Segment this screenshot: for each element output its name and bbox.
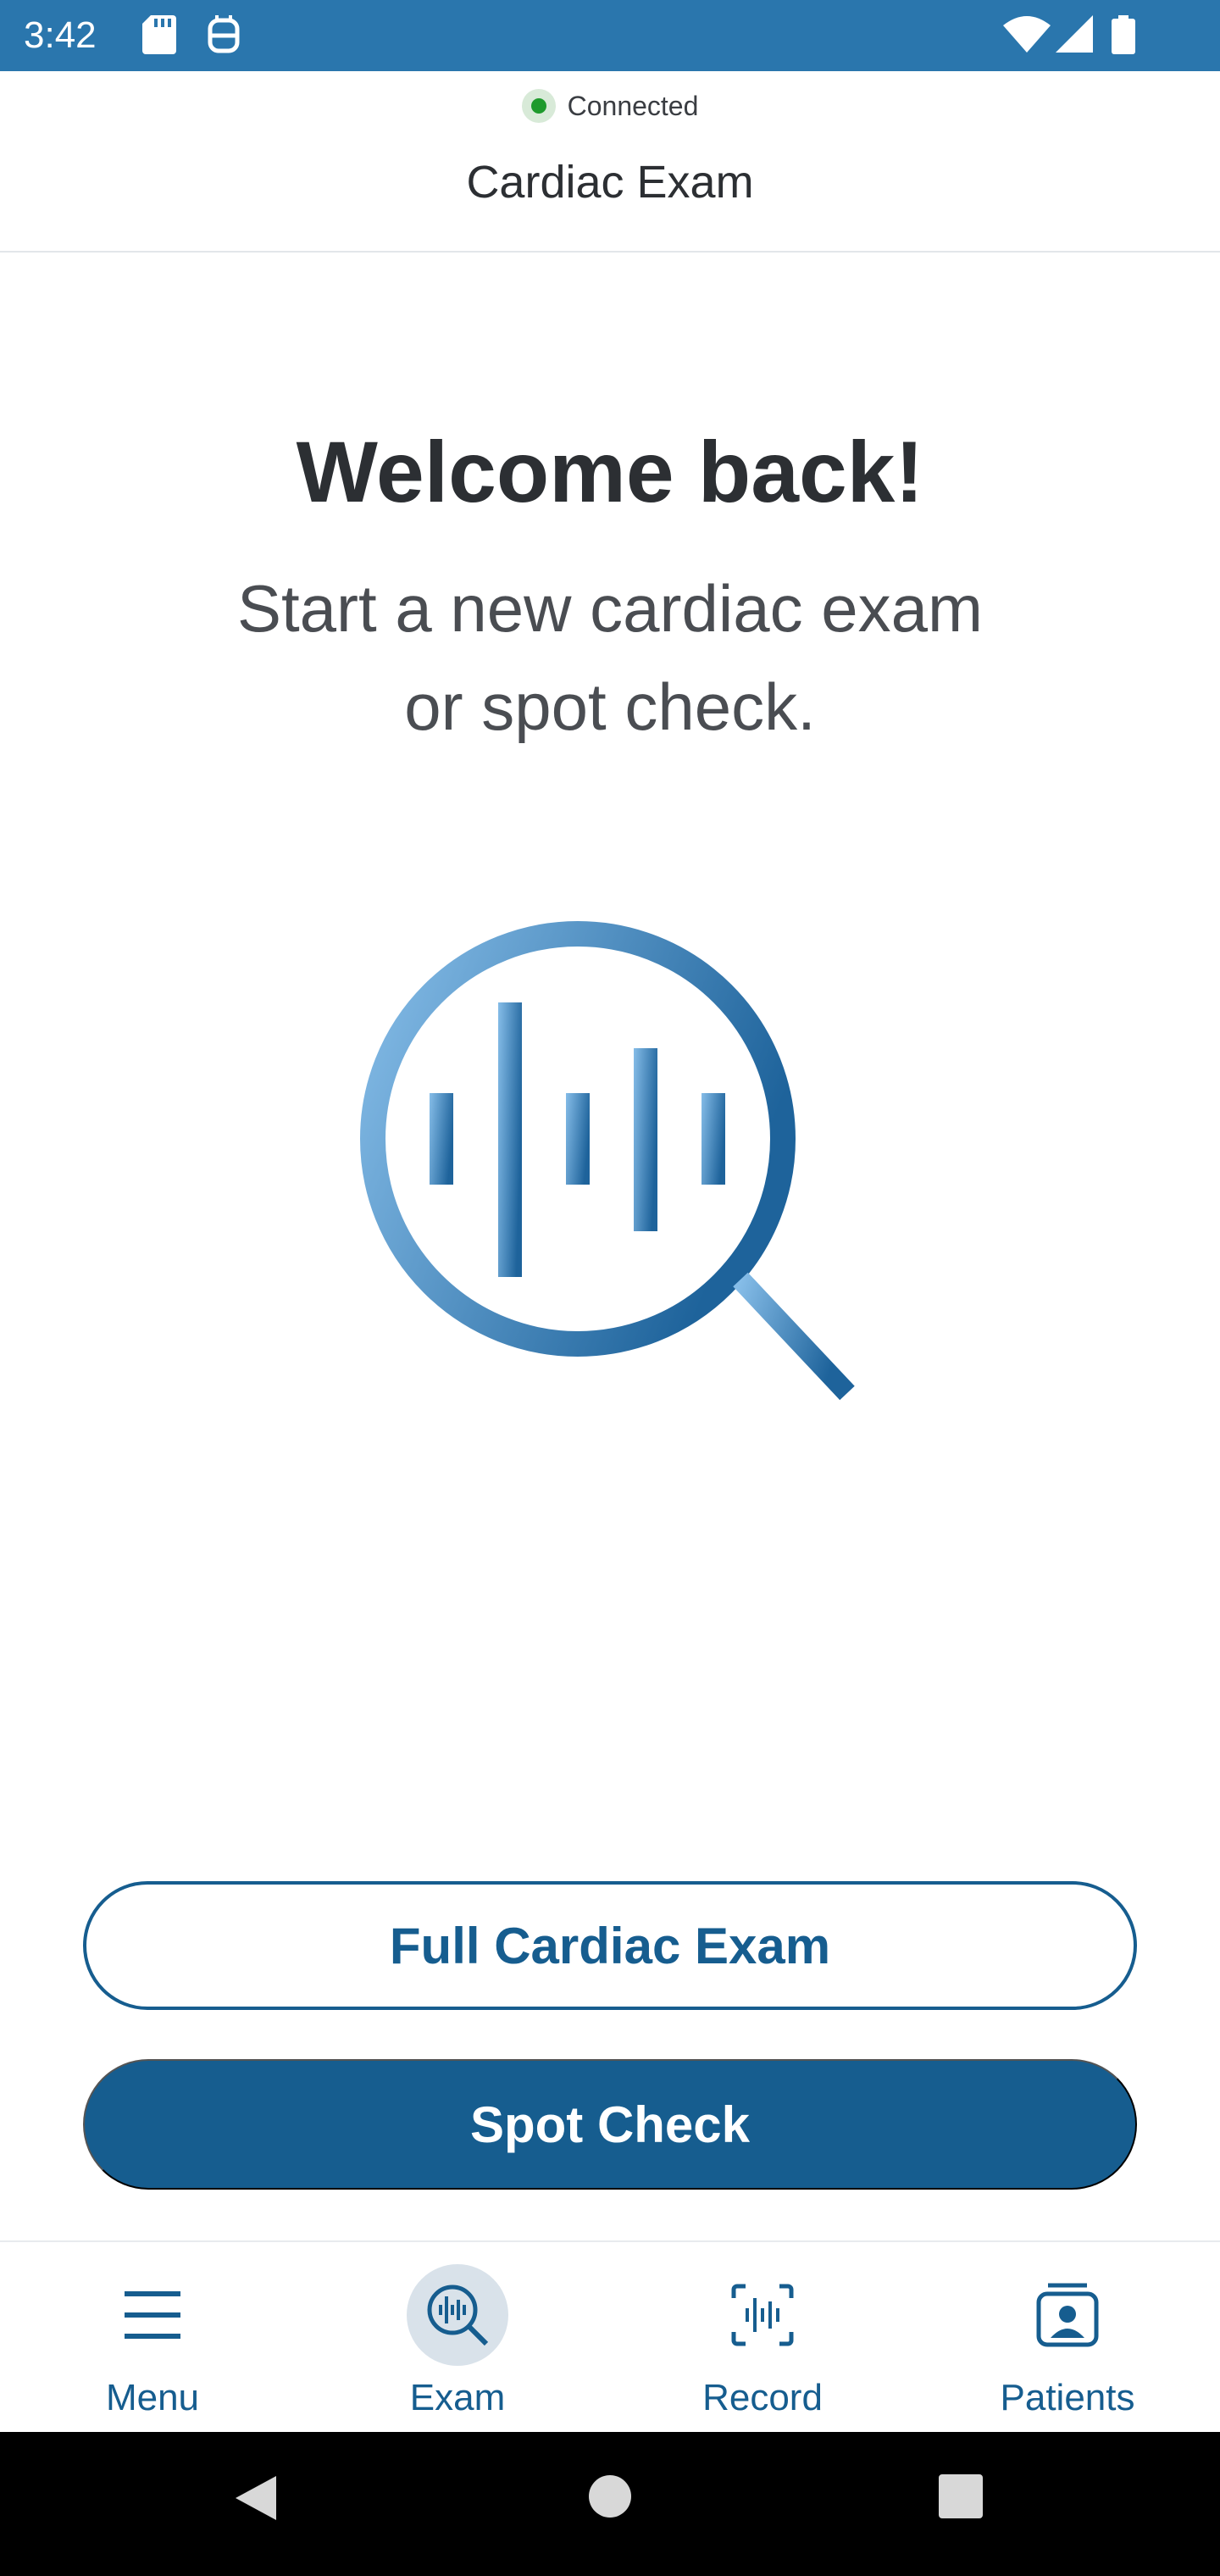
- welcome-subtitle-line-1: Start a new cardiac exam: [236, 571, 984, 646]
- nav-item-record[interactable]: Record: [610, 2242, 915, 2434]
- welcome-subtitle-line-2: or spot check.: [404, 669, 816, 744]
- connection-status: Connected: [0, 83, 1220, 129]
- welcome-subtitle: Start a new cardiac exam or spot check.: [0, 559, 1220, 756]
- page-title: Cardiac Exam: [466, 157, 754, 208]
- nav-label-menu: Menu: [105, 2377, 200, 2418]
- battery-icon: [1112, 15, 1135, 54]
- record-icon: [712, 2264, 813, 2366]
- app-header: Connected Cardiac Exam: [0, 71, 1220, 253]
- spot-check-button[interactable]: Spot Check: [83, 2059, 1137, 2190]
- sd-card-icon: [142, 15, 176, 54]
- status-time: 3:42: [24, 14, 97, 56]
- welcome-heading: Welcome back!: [296, 424, 924, 520]
- bottom-nav: Menu Exam Record Patients: [0, 2240, 1220, 2434]
- menu-icon: [102, 2264, 203, 2366]
- nav-item-menu[interactable]: Menu: [0, 2242, 305, 2434]
- wifi-icon: [1003, 16, 1051, 53]
- notification-icon: [208, 15, 240, 53]
- recents-icon[interactable]: [937, 2473, 984, 2520]
- waveform-magnifier-icon: [360, 921, 855, 1401]
- full-cardiac-exam-button[interactable]: Full Cardiac Exam: [83, 1881, 1137, 2010]
- signal-icon: [1056, 15, 1093, 53]
- nav-label-exam: Exam: [409, 2377, 506, 2418]
- nav-item-exam[interactable]: Exam: [305, 2242, 610, 2434]
- home-icon[interactable]: [586, 2473, 634, 2520]
- nav-item-patients[interactable]: Patients: [915, 2242, 1220, 2434]
- patients-icon: [1017, 2264, 1118, 2366]
- status-bar: 3:42: [0, 0, 1220, 71]
- connection-status-label: Connected: [567, 90, 699, 121]
- back-icon[interactable]: [232, 2473, 280, 2523]
- connected-indicator-icon: [521, 89, 556, 123]
- system-nav-bar: [0, 2432, 1220, 2576]
- nav-label-record: Record: [702, 2377, 823, 2418]
- nav-label-patients: Patients: [1000, 2377, 1135, 2418]
- exam-icon: [407, 2264, 508, 2366]
